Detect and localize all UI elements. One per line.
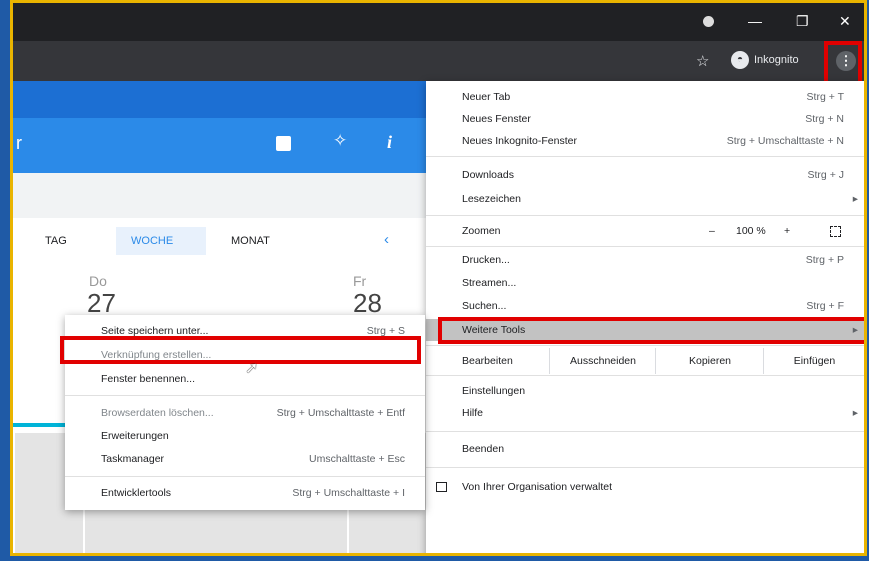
calendar-icon[interactable]	[276, 136, 291, 151]
create-shortcut-highlight	[60, 336, 421, 364]
edit-row: Bearbeiten Ausschneiden Kopieren Einfüge…	[426, 348, 864, 374]
menu-item-new-window[interactable]: Neues Fenster Strg + N	[426, 108, 864, 130]
app-title: r	[16, 133, 22, 153]
menu-item-exit[interactable]: Beenden	[426, 438, 864, 460]
previous-icon[interactable]: ‹	[384, 231, 389, 248]
menu-item-zoom: Zoomen – 100 % +	[426, 220, 864, 244]
copy-button[interactable]: Kopieren	[655, 348, 764, 374]
organization-icon	[436, 482, 447, 492]
more-tools-highlight	[438, 317, 864, 344]
submenu-item-task-manager[interactable]: Taskmanager Umschalttaste + Esc	[65, 448, 425, 470]
zoom-in-button[interactable]: +	[784, 220, 790, 242]
tab-week[interactable]: WOCHE	[131, 235, 173, 247]
info-icon[interactable]: i	[387, 132, 392, 153]
cut-button[interactable]: Ausschneiden	[549, 348, 656, 374]
submenu-item-extensions[interactable]: Erweiterungen	[65, 425, 425, 447]
menu-item-cast[interactable]: Streamen...	[426, 272, 864, 294]
menu-item-print[interactable]: Drucken... Strg + P	[426, 249, 864, 271]
browser-window: — ❐ ✕ ☆ ◓ Inkognito ⋮ r ✧ i TAG WOCHE MO…	[10, 0, 867, 556]
menu-item-new-tab[interactable]: Neuer Tab Strg + T	[426, 86, 864, 108]
more-tools-submenu: Seite speichern unter... Strg + S Verknüp…	[60, 315, 425, 510]
menu-item-managed[interactable]: Von Ihrer Organisation verwaltet	[426, 476, 864, 498]
menu-item-bookmarks[interactable]: Lesezeichen ▸	[426, 188, 864, 210]
chrome-menu: Neuer Tab Strg + T Neues Fenster Strg + N …	[426, 81, 864, 553]
submenu-item-clear-data[interactable]: Browserdaten löschen... Strg + Umschaltta…	[65, 402, 425, 424]
mouse-cursor-icon: ➚	[245, 360, 259, 377]
restore-button[interactable]: ❐	[796, 13, 809, 30]
menu-item-help[interactable]: Hilfe ▸	[426, 402, 864, 424]
tab-day[interactable]: TAG	[45, 235, 67, 247]
title-bar: — ❐ ✕	[13, 3, 864, 41]
menu-item-downloads[interactable]: Downloads Strg + J	[426, 164, 864, 186]
zoom-level: 100 %	[736, 225, 766, 237]
menu-item-find[interactable]: Suchen... Strg + F	[426, 295, 864, 317]
bookmark-star-icon[interactable]: ☆	[696, 52, 709, 70]
fullscreen-icon[interactable]	[830, 226, 841, 237]
profile-dot-icon[interactable]	[703, 16, 714, 27]
close-button[interactable]: ✕	[839, 13, 851, 30]
paste-button[interactable]: Einfügen	[763, 348, 864, 374]
incognito-icon: ◓	[731, 51, 749, 69]
submenu-item-devtools[interactable]: Entwicklertools Strg + Umschalttaste + I	[65, 482, 425, 504]
incognito-label[interactable]: Inkognito	[754, 54, 799, 66]
toolbar: ☆ ◓ Inkognito ⋮	[13, 41, 864, 81]
menu-item-new-incognito[interactable]: Neues Inkognito-Fenster Strg + Umschaltta…	[426, 130, 864, 152]
minimize-button[interactable]: —	[748, 13, 762, 29]
edit-label: Bearbeiten	[462, 355, 513, 367]
magic-wand-icon[interactable]: ✧	[333, 131, 347, 151]
zoom-out-button[interactable]: –	[709, 220, 715, 242]
day-name-fri: Fr	[353, 273, 367, 289]
tab-month[interactable]: MONAT	[231, 235, 270, 247]
menu-item-settings[interactable]: Einstellungen	[426, 380, 864, 402]
day-name-thu: Do	[89, 273, 107, 289]
